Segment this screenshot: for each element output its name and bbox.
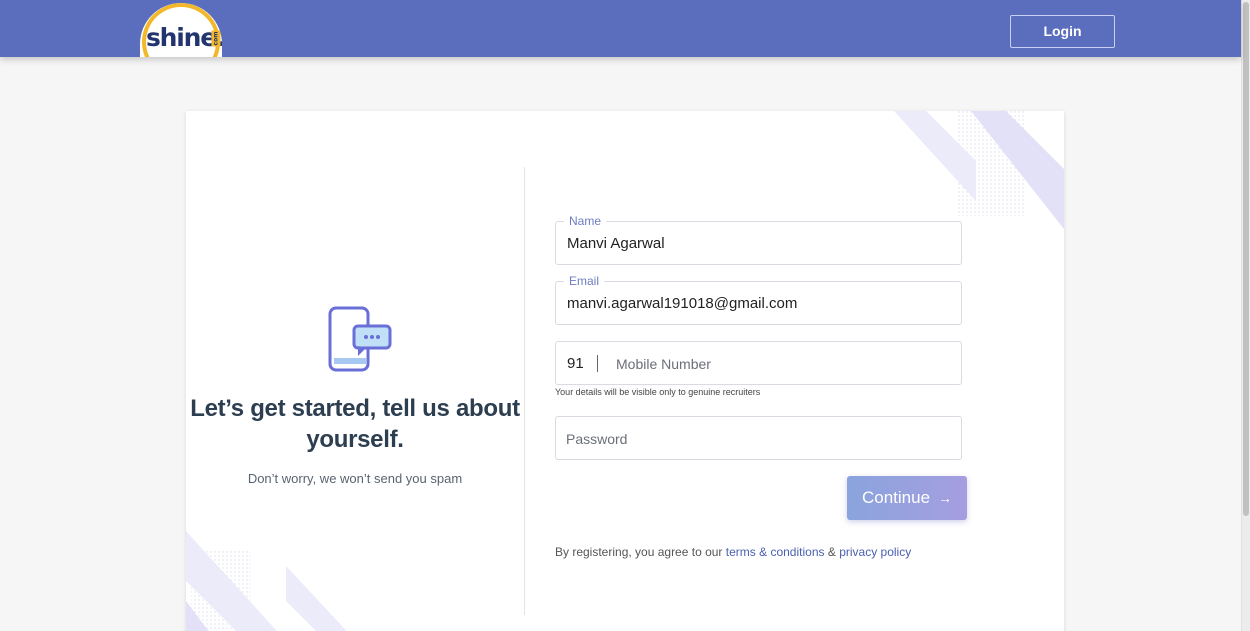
logo-com-tag: com bbox=[211, 30, 221, 47]
scrollbar-thumb[interactable] bbox=[1243, 2, 1249, 516]
vertical-divider bbox=[524, 167, 525, 615]
continue-button[interactable]: Continue → bbox=[847, 476, 967, 520]
continue-label: Continue bbox=[861, 488, 931, 507]
password-input[interactable] bbox=[566, 428, 946, 450]
phone-chat-icon bbox=[328, 306, 392, 372]
arrow-right-icon: → bbox=[938, 490, 953, 506]
signup-card: Let’s get started, tell us about yoursel… bbox=[186, 111, 1064, 631]
privacy-link[interactable]: privacy policy bbox=[839, 545, 911, 559]
top-header: shine. com Login bbox=[0, 0, 1241, 57]
name-field[interactable]: Name Manvi Agarwal bbox=[555, 214, 962, 265]
decorative-stripes-bottom-left bbox=[186, 531, 347, 631]
email-value[interactable]: manvi.agarwal191018@gmail.com bbox=[567, 295, 797, 312]
visibility-hint: Your details will be visible only to gen… bbox=[555, 387, 761, 397]
spam-note: Don’t worry, we won’t send you spam bbox=[247, 471, 463, 486]
email-label: Email bbox=[564, 274, 605, 288]
shine-logo[interactable]: shine. com bbox=[140, 3, 222, 57]
terms-link[interactable]: terms & conditions bbox=[726, 545, 825, 559]
terms-and: & bbox=[827, 545, 836, 559]
mobile-input[interactable] bbox=[616, 353, 946, 375]
name-value[interactable]: Manvi Agarwal bbox=[567, 235, 665, 252]
password-field[interactable] bbox=[555, 416, 962, 460]
terms-notice: By registering, you agree to our terms &… bbox=[555, 545, 911, 559]
name-label: Name bbox=[564, 214, 607, 228]
email-field[interactable]: Email manvi.agarwal191018@gmail.com bbox=[555, 274, 962, 325]
page-scrollbar[interactable] bbox=[1241, 0, 1250, 631]
page-headline: Let’s get started, tell us about yoursel… bbox=[190, 395, 520, 453]
mobile-field[interactable]: 91 bbox=[555, 341, 962, 385]
login-button[interactable]: Login bbox=[1010, 15, 1115, 48]
country-code-separator bbox=[597, 355, 598, 372]
terms-prefix: By registering, you agree to our bbox=[555, 545, 723, 559]
country-code[interactable]: 91 bbox=[567, 355, 584, 372]
